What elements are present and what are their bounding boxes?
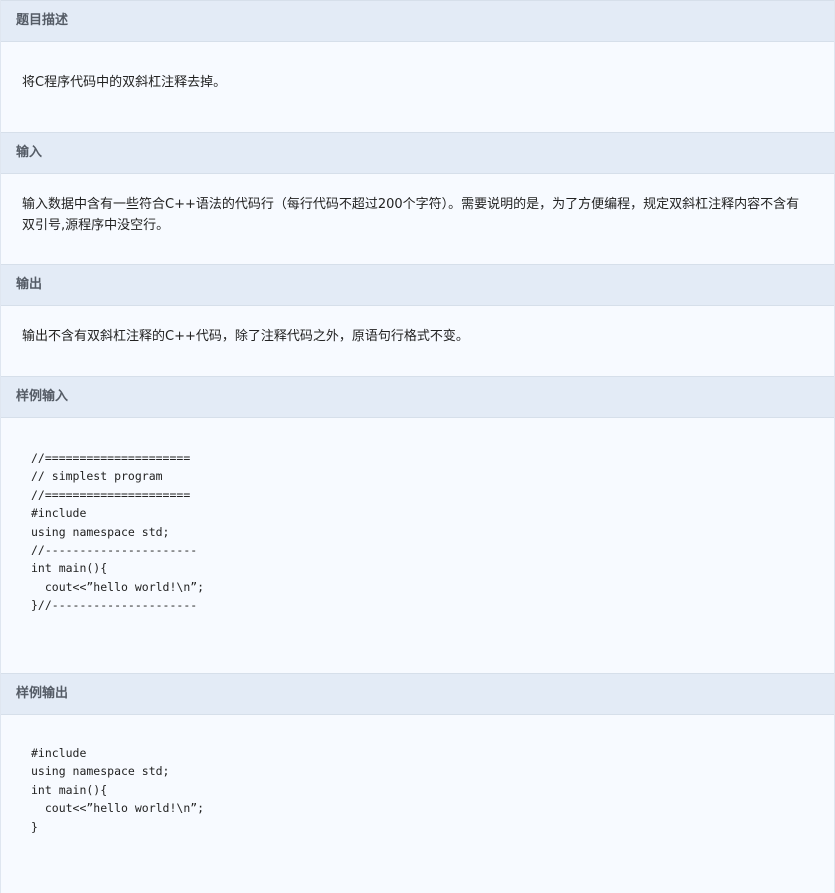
sample-output-code: #include using namespace std; int main()… [31, 746, 205, 834]
output-text: 输出不含有双斜杠注释的C++代码，除了注释代码之外，原语句行格式不变。 [22, 329, 469, 344]
description-title: 题目描述 [16, 13, 69, 28]
description-text: 将C程序代码中的双斜杠注释去掉。 [22, 75, 227, 90]
sample-input-title: 样例输入 [16, 389, 69, 404]
input-body: 输入数据中含有一些符合C++语法的代码行（每行代码不超过200个字符）。需要说明… [1, 194, 834, 236]
sample-input-code: //===================== // simplest prog… [31, 451, 205, 613]
output-header: 输出 [1, 264, 834, 306]
input-text: 输入数据中含有一些符合C++语法的代码行（每行代码不超过200个字符）。需要说明… [22, 197, 800, 233]
output-title: 输出 [16, 277, 43, 292]
input-header: 输入 [1, 132, 834, 174]
sample-output-title: 样例输出 [16, 686, 69, 701]
description-body: 将C程序代码中的双斜杠注释去掉。 [1, 72, 834, 93]
output-body: 输出不含有双斜杠注释的C++代码，除了注释代码之外，原语句行格式不变。 [1, 326, 834, 347]
problem-page: 题目描述 将C程序代码中的双斜杠注释去掉。 输入 输入数据中含有一些符合C++语… [0, 0, 835, 893]
sample-output-header: 样例输出 [1, 673, 834, 715]
sample-input-header: 样例输入 [1, 376, 834, 418]
description-header: 题目描述 [1, 0, 834, 42]
input-title: 输入 [16, 145, 43, 160]
